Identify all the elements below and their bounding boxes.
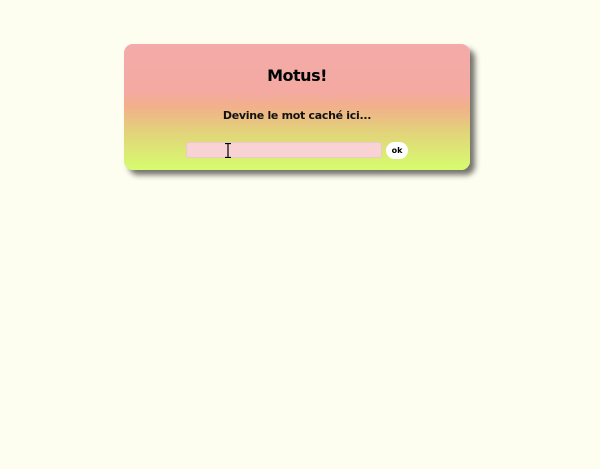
- instruction-text: Devine le mot caché ici...: [222, 109, 372, 122]
- guess-input[interactable]: [186, 142, 382, 158]
- motus-card: Motus! Devine le mot caché ici... ok: [124, 44, 470, 170]
- page-title: Motus!: [267, 66, 327, 85]
- ok-button[interactable]: ok: [386, 142, 408, 159]
